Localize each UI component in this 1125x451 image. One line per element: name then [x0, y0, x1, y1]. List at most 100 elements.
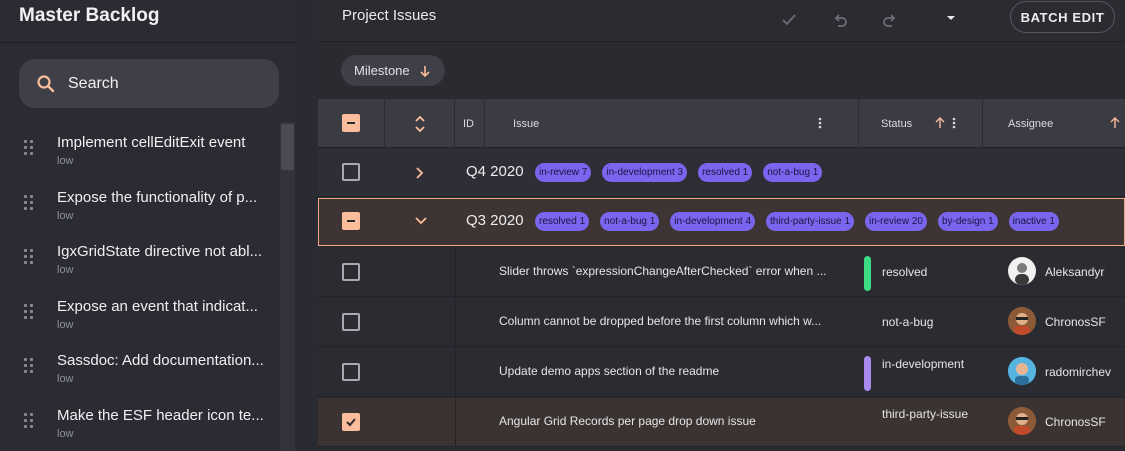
- item-title: Expose the functionality of p...: [57, 188, 258, 206]
- status-indicator: [864, 356, 871, 391]
- item-title: Expose an event that indicat...: [57, 297, 258, 315]
- chevron-right-icon[interactable]: [414, 166, 424, 180]
- group-row-q4-2020[interactable]: Q4 2020 in-review 7 in-development 3 res…: [318, 149, 1125, 197]
- assignee-cell[interactable]: Aleksandyr: [1045, 265, 1104, 279]
- drag-handle-icon[interactable]: [24, 412, 36, 431]
- grid-container: Project Issues BATCH EDIT Milestone ID I…: [318, 0, 1125, 451]
- item-title: Sassdoc: Add documentation...: [57, 352, 264, 369]
- item-priority: low: [57, 264, 74, 276]
- issue-cell[interactable]: Column cannot be dropped before the firs…: [499, 314, 829, 328]
- avatar: [1008, 407, 1036, 435]
- summary-chip: in-development 3: [602, 163, 688, 182]
- status-cell[interactable]: third-party-issue: [882, 407, 972, 422]
- grid-header: ID Issue Status Assignee: [318, 99, 1125, 148]
- header-assignee[interactable]: Assignee: [983, 99, 1125, 148]
- check-icon: [346, 418, 356, 427]
- summary-chip: resolved 1: [698, 163, 753, 182]
- search-box[interactable]: [19, 59, 279, 108]
- header-select-all: [318, 99, 385, 148]
- table-row[interactable]: Column cannot be dropped before the firs…: [318, 298, 1125, 347]
- grid-toolbar: Project Issues BATCH EDIT: [318, 0, 1125, 42]
- status-indicator: [864, 256, 871, 291]
- more-vert-icon[interactable]: [818, 117, 822, 129]
- item-priority: low: [57, 209, 74, 222]
- table-row[interactable]: Update demo apps section of the readme i…: [318, 348, 1125, 397]
- batch-edit-button[interactable]: BATCH EDIT: [1010, 1, 1115, 33]
- item-title: Implement cellEditExit event: [57, 134, 246, 151]
- header-label: Assignee: [1008, 117, 1054, 130]
- group-row-q3-2020[interactable]: Q3 2020 resolved 1 not-a-bug 1 in-develo…: [318, 198, 1125, 246]
- chip-label: Milestone: [354, 63, 410, 78]
- avatar: [1008, 307, 1036, 335]
- group-summary-chips: resolved 1 not-a-bug 1 in-development 4 …: [535, 212, 1059, 231]
- backlog-list: Implement cellEditExit event low Expose …: [0, 122, 280, 449]
- table-row[interactable]: Angular Grid Records per page drop down …: [318, 398, 1125, 447]
- summary-chip: resolved 1: [535, 212, 590, 231]
- header-label: Status: [881, 117, 913, 130]
- drag-handle-icon[interactable]: [24, 249, 36, 267]
- item-priority: low: [57, 318, 74, 331]
- header-status[interactable]: Status: [859, 99, 983, 148]
- check-icon[interactable]: [780, 11, 798, 29]
- row-checkbox[interactable]: [342, 363, 360, 381]
- group-checkbox[interactable]: [342, 163, 360, 181]
- item-title: Make the ESF header icon te...: [57, 406, 264, 424]
- summary-chip: inactive 1: [1008, 212, 1059, 231]
- avatar: [1008, 357, 1036, 385]
- group-by-chip-milestone[interactable]: Milestone: [341, 55, 445, 86]
- arrow-down-icon[interactable]: [418, 64, 432, 78]
- summary-chip: by-design 1: [937, 212, 998, 231]
- row-checkbox[interactable]: [342, 413, 360, 431]
- row-checkbox[interactable]: [342, 313, 360, 331]
- list-item[interactable]: IgxGridState directive not abl... low: [0, 231, 280, 286]
- list-item[interactable]: Implement cellEditExit event low: [0, 122, 280, 177]
- issue-cell[interactable]: Slider throws `expressionChangeAfterChec…: [499, 264, 829, 278]
- list-item[interactable]: Expose an event that indicat... low: [0, 286, 280, 341]
- status-cell[interactable]: in-development: [882, 357, 972, 372]
- toolbar-title: Project Issues: [342, 7, 437, 24]
- sort-ascending-icon[interactable]: [934, 117, 946, 129]
- group-summary-chips: in-review 7 in-development 3 resolved 1 …: [535, 163, 823, 182]
- more-vert-icon[interactable]: [952, 117, 956, 129]
- scrollbar-track[interactable]: [280, 122, 295, 451]
- group-checkbox[interactable]: [342, 212, 360, 230]
- undo-icon[interactable]: [831, 11, 849, 29]
- avatar: [1008, 257, 1036, 285]
- row-checkbox[interactable]: [342, 263, 360, 281]
- assignee-cell[interactable]: ChronosSF: [1045, 415, 1106, 429]
- issue-cell[interactable]: Update demo apps section of the readme: [499, 364, 829, 378]
- sort-ascending-icon[interactable]: [1109, 117, 1121, 129]
- summary-chip: not-a-bug 1: [600, 212, 660, 231]
- chevron-down-icon[interactable]: [414, 216, 428, 226]
- list-item[interactable]: Make the ESF header icon te... low: [0, 395, 280, 450]
- status-cell[interactable]: resolved: [882, 265, 972, 280]
- redo-icon[interactable]: [881, 11, 899, 29]
- list-item[interactable]: Sassdoc: Add documentation... low: [0, 340, 280, 395]
- drag-handle-icon[interactable]: [24, 194, 36, 213]
- caret-down-icon[interactable]: [942, 9, 960, 27]
- search-input[interactable]: [68, 74, 258, 93]
- divider: [0, 42, 296, 43]
- select-all-checkbox[interactable]: [342, 114, 360, 132]
- header-issue[interactable]: Issue: [485, 99, 859, 148]
- summary-chip: third-party-issue 1: [766, 212, 855, 231]
- item-priority: low: [57, 155, 74, 167]
- drag-handle-icon[interactable]: [24, 140, 36, 158]
- assignee-cell[interactable]: ChronosSF: [1045, 315, 1106, 329]
- assignee-cell[interactable]: radomirchev: [1045, 365, 1111, 379]
- header-id[interactable]: ID: [455, 99, 485, 148]
- cell-divider: [455, 248, 456, 297]
- table-row[interactable]: Slider throws `expressionChangeAfterChec…: [318, 248, 1125, 297]
- status-cell[interactable]: not-a-bug: [882, 315, 972, 330]
- issue-cell[interactable]: Angular Grid Records per page drop down …: [499, 414, 829, 428]
- scrollbar-thumb[interactable]: [281, 124, 294, 170]
- item-priority: low: [57, 373, 74, 385]
- cell-divider: [455, 348, 456, 397]
- list-item[interactable]: Expose the functionality of p... low: [0, 177, 280, 232]
- header-label: ID: [463, 117, 474, 130]
- expand-collapse-all-icon[interactable]: [413, 113, 427, 135]
- drag-handle-icon[interactable]: [24, 303, 36, 322]
- drag-handle-icon[interactable]: [24, 358, 36, 376]
- item-title: IgxGridState directive not abl...: [57, 243, 263, 260]
- header-expand-all: [385, 99, 455, 148]
